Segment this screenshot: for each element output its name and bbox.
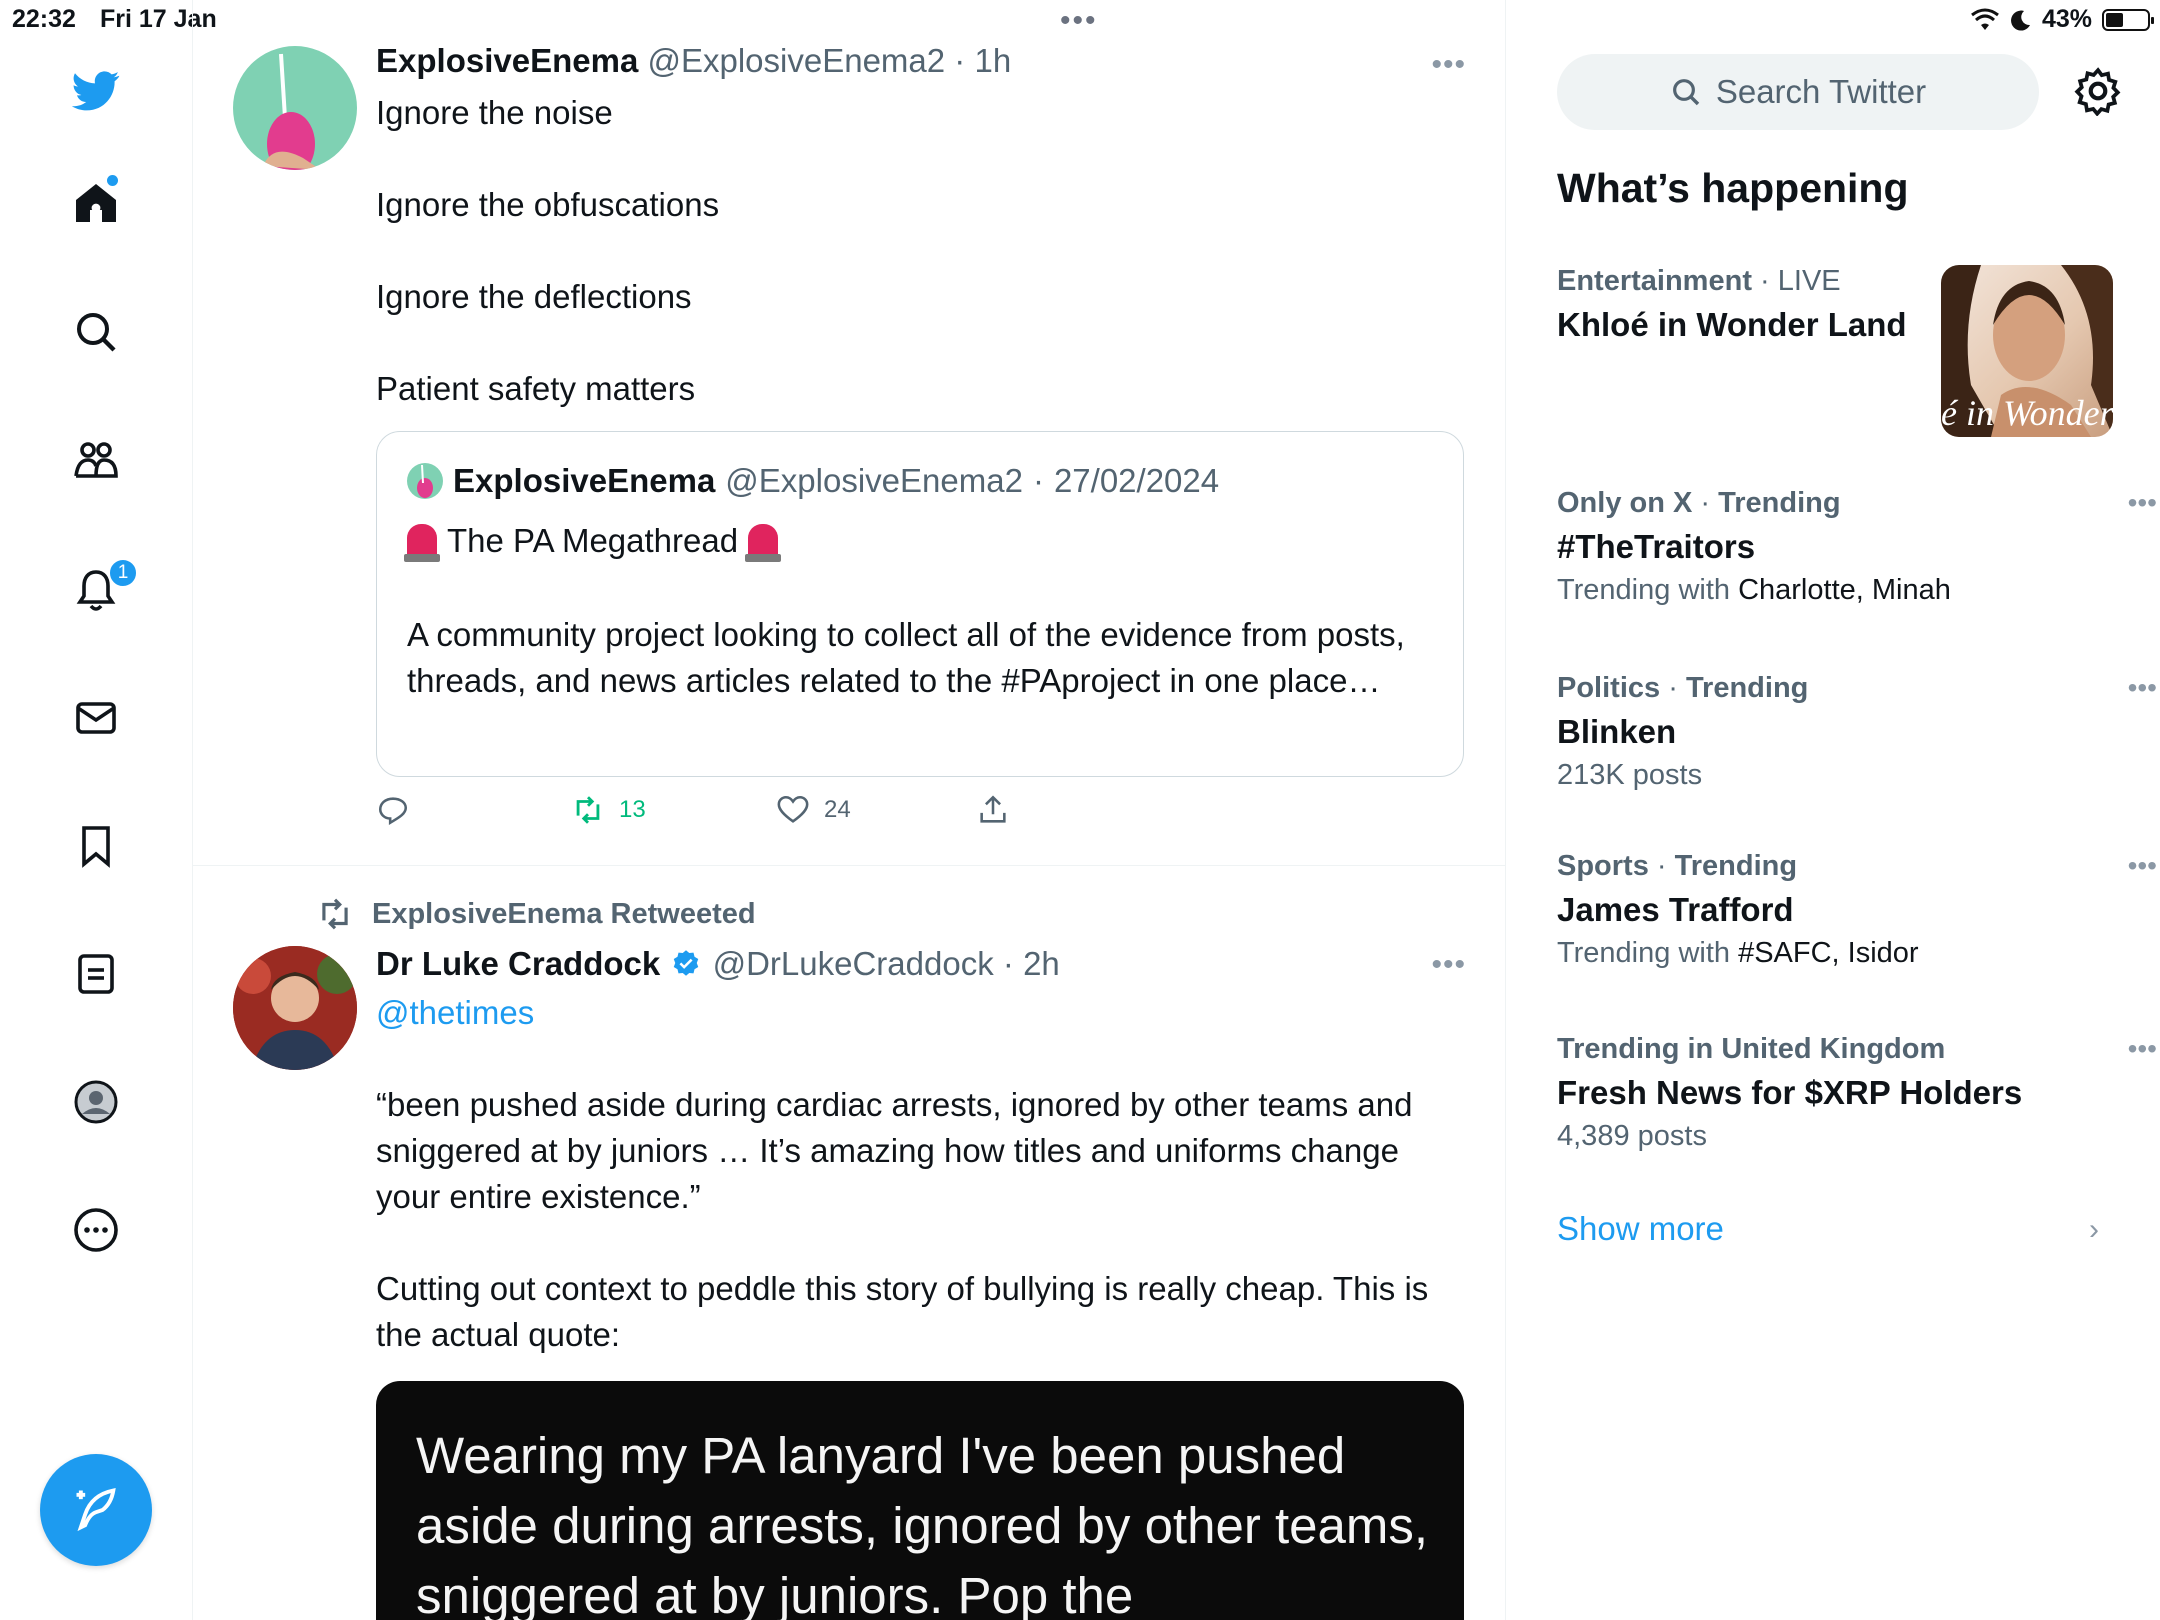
separator-dot: · xyxy=(954,42,966,79)
tweet-time[interactable]: 2h xyxy=(1023,945,1060,982)
quoted-tweet[interactable]: ExplosiveEnema @ExplosiveEnema2 · 27/02/… xyxy=(376,431,1464,777)
share-icon xyxy=(980,795,1006,823)
avatar-image xyxy=(263,53,321,170)
twitter-logo-icon[interactable] xyxy=(66,60,126,120)
author-name[interactable]: Dr Luke Craddock xyxy=(376,945,660,982)
tweet-media-image[interactable]: Wearing my PA lanyard I've been pushed a… xyxy=(376,1381,1464,1620)
lists-icon[interactable] xyxy=(66,944,126,1004)
search-input[interactable]: Search Twitter xyxy=(1557,54,2039,130)
retweet-label-text[interactable]: ExplosiveEnema Retweeted xyxy=(372,898,756,931)
quote-body: A community project looking to collect a… xyxy=(407,616,1405,699)
trend-item[interactable]: Trending in United Kingdom Fresh News fo… xyxy=(1557,1033,2157,1153)
timeline: ExplosiveEnema @ExplosiveEnema2 · 1h •••… xyxy=(193,0,1506,1620)
tweet-header: ExplosiveEnema @ExplosiveEnema2 · 1h xyxy=(376,42,1011,80)
retweet-icon xyxy=(576,796,600,824)
search-icon[interactable] xyxy=(66,302,126,362)
search-icon xyxy=(1672,79,1700,106)
retweet-button[interactable]: 13 xyxy=(571,793,646,827)
trend-thumbnail-art: é in Wonder L xyxy=(1941,265,2113,437)
trend-meta: Only on X · Trending xyxy=(1557,487,1841,519)
trend-thumbnail-image[interactable]: é in Wonder L xyxy=(1941,265,2113,437)
quote-avatar xyxy=(407,463,443,499)
trend-name: Blinken xyxy=(1557,713,1677,750)
quote-title-text: The PA Megathread xyxy=(447,522,739,559)
share-button[interactable] xyxy=(976,793,1010,827)
communities-icon[interactable] xyxy=(66,430,126,490)
bookmarks-icon[interactable] xyxy=(66,816,126,876)
trend-more-icon[interactable]: ••• xyxy=(2128,1033,2157,1065)
trend-thumbnail-caption: é in Wonder L xyxy=(1941,393,2113,433)
trend-item[interactable]: Sports · Trending James Trafford Trendin… xyxy=(1557,850,2157,970)
quote-author-name: ExplosiveEnema xyxy=(453,462,716,499)
right-sidebar: Search Twitter What’s happening Entertai… xyxy=(1507,0,2160,1620)
reply-icon xyxy=(378,797,408,826)
compose-tweet-button[interactable] xyxy=(40,1454,152,1566)
notifications-badge: 1 xyxy=(108,558,138,588)
trend-meta: Politics · Trending xyxy=(1557,672,1809,704)
like-count: 24 xyxy=(824,796,851,823)
avatar[interactable] xyxy=(233,46,357,170)
quote-author-handle: @ExplosiveEnema2 xyxy=(725,462,1023,499)
tweet-text: “been pushed aside during cardiac arrest… xyxy=(376,1086,1429,1353)
trend-item[interactable]: Only on X · Trending #TheTraitors Trendi… xyxy=(1557,487,2157,607)
trend-name: #TheTraitors xyxy=(1557,528,1756,565)
trend-name: Fresh News for $XRP Holders xyxy=(1557,1074,2023,1111)
settings-gear-icon[interactable] xyxy=(2073,66,2123,116)
author-name[interactable]: ExplosiveEnema xyxy=(376,42,638,79)
verified-badge-icon xyxy=(674,950,699,976)
avatar-image xyxy=(233,946,357,1070)
trend-more-icon[interactable]: ••• xyxy=(2128,672,2157,704)
home-unread-dot xyxy=(107,175,118,186)
trend-more-icon[interactable]: ••• xyxy=(2128,487,2157,519)
retweet-icon xyxy=(322,898,348,930)
quote-date: 27/02/2024 xyxy=(1053,462,1220,499)
trend-name: James Trafford xyxy=(1557,891,1794,928)
trend-subtext: Trending with Charlotte, Minah xyxy=(1557,574,1951,606)
author-handle[interactable]: @DrLukeCraddock xyxy=(713,945,994,982)
tweet-actions: 13 24 xyxy=(376,793,1276,837)
tweet-time[interactable]: 1h xyxy=(974,42,1011,79)
search-placeholder: Search Twitter xyxy=(1715,73,1927,110)
separator-dot: · xyxy=(1032,462,1044,499)
quote-title: The PA Megathread xyxy=(404,522,782,562)
chevron-right-icon: › xyxy=(2089,1213,2099,1246)
tweet-text: Ignore the noise Ignore the obfuscations… xyxy=(376,94,720,407)
mention-link[interactable]: @thetimes xyxy=(376,990,1456,1036)
separator-dot: · xyxy=(1002,945,1014,982)
tweet-more-icon[interactable]: ••• xyxy=(1431,48,1466,82)
like-button[interactable]: 24 xyxy=(776,793,851,827)
show-more-link[interactable]: Show more xyxy=(1557,1210,1724,1248)
trend-more-icon[interactable]: ••• xyxy=(2128,850,2157,882)
heart-icon xyxy=(777,795,809,823)
tweet-divider xyxy=(193,865,1505,866)
quote-header: ExplosiveEnema @ExplosiveEnema2 · 27/02/… xyxy=(407,462,1219,500)
trend-subtext: Trending with #SAFC, Isidor xyxy=(1557,937,1919,969)
trend-post-count: 4,389 posts xyxy=(1557,1120,1707,1152)
retweet-count: 13 xyxy=(619,796,646,823)
trend-meta: Trending in United Kingdom xyxy=(1557,1033,1946,1065)
more-icon[interactable] xyxy=(66,1200,126,1260)
tweet-header: Dr Luke Craddock @DrLukeCraddock · 2h xyxy=(376,945,1060,983)
reply-button[interactable] xyxy=(376,793,410,827)
trend-meta: Sports · Trending xyxy=(1557,850,1798,882)
siren-emoji-icon xyxy=(745,524,782,562)
avatar[interactable] xyxy=(233,946,357,1070)
author-handle[interactable]: @ExplosiveEnema2 xyxy=(647,42,945,79)
messages-icon[interactable] xyxy=(66,688,126,748)
siren-emoji-icon xyxy=(404,524,440,562)
profile-icon[interactable] xyxy=(66,1072,126,1132)
left-navigation: 1 xyxy=(0,0,193,1620)
retweet-label: ExplosiveEnema Retweeted xyxy=(316,895,756,933)
compose-feather-icon xyxy=(76,1488,116,1532)
tweet-more-icon[interactable]: ••• xyxy=(1431,948,1466,982)
trend-post-count: 213K posts xyxy=(1557,759,1703,791)
media-caption-text: Wearing my PA lanyard I've been pushed a… xyxy=(416,1427,1429,1620)
whats-happening-title: What’s happening xyxy=(1557,165,1909,211)
trend-item[interactable]: Politics · Trending Blinken 213K posts •… xyxy=(1557,672,2157,792)
